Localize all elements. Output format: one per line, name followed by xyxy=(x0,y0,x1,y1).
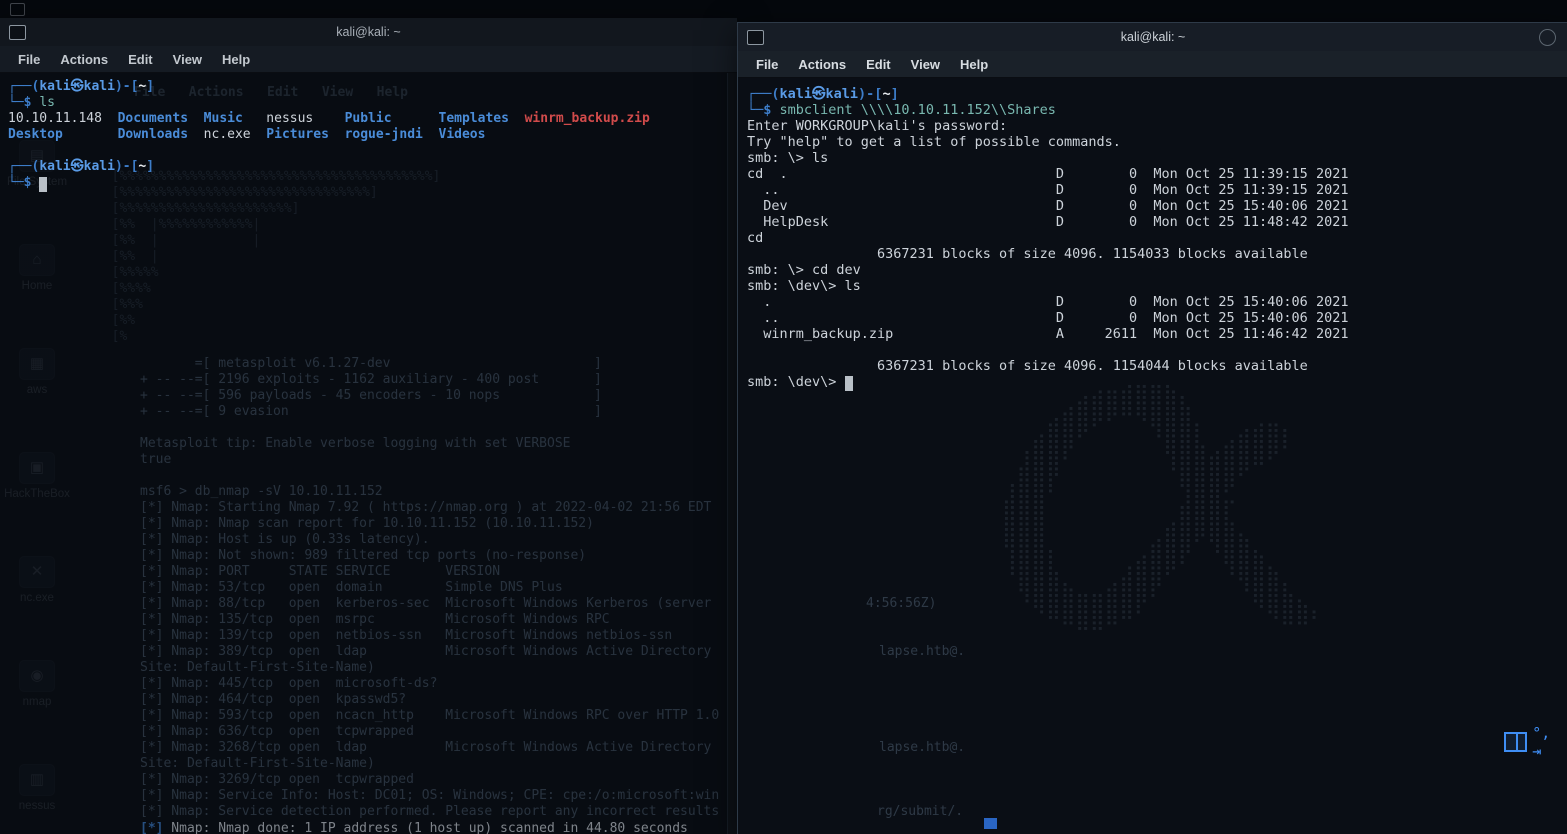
ghost-fragment: 4:56:56Z) xyxy=(866,596,936,612)
right-menubar: FileActionsEditViewHelp xyxy=(738,51,1567,78)
terminal-line xyxy=(8,143,737,159)
terminal-line: . D 0 Mon Oct 25 15:40:06 2021 xyxy=(747,294,1567,310)
terminal-window-icon xyxy=(9,25,26,40)
terminal-line: ┌──(kali㉿kali)-[~] xyxy=(8,79,737,95)
terminal-line: .. D 0 Mon Oct 25 11:39:15 2021 xyxy=(747,182,1567,198)
terminal-line xyxy=(747,342,1567,358)
menu-item-file[interactable]: File xyxy=(8,52,50,67)
right-window-title: kali@kali: ~ xyxy=(738,30,1567,44)
terminal-line: [*] Nmap: Nmap done: 1 IP address (1 hos… xyxy=(140,821,688,834)
background-window-icon xyxy=(10,3,25,16)
terminal-line: Try "help" to get a list of possible com… xyxy=(747,134,1567,150)
left-window-title: kali@kali: ~ xyxy=(0,25,737,39)
ghost-fragment: lapse.htb@. xyxy=(879,740,965,756)
menu-item-edit[interactable]: Edit xyxy=(118,52,163,67)
terminal-line: 6367231 blocks of size 4096. 1154033 blo… xyxy=(747,246,1567,262)
terminal-line: .. D 0 Mon Oct 25 15:40:06 2021 xyxy=(747,310,1567,326)
overlay-glyphs: °, ⇥ xyxy=(1532,724,1567,760)
terminal-line: smb: \> cd dev xyxy=(747,262,1567,278)
ghost-banner-art: [%%%%%%%%%%%%%%%%%%%%%%%%%%%%%%%%%%%%%%%… xyxy=(96,169,440,345)
terminal-line: Enter WORKGROUP\kali's password: xyxy=(747,118,1567,134)
menu-item-file[interactable]: File xyxy=(746,57,788,72)
terminal-line: HelpDesk D 0 Mon Oct 25 11:48:42 2021 xyxy=(747,214,1567,230)
menu-item-help[interactable]: Help xyxy=(212,52,260,67)
ghost-nmap-done-line: [*] Nmap: Nmap done: 1 IP address (1 hos… xyxy=(140,821,688,834)
menu-item-view[interactable]: View xyxy=(163,52,212,67)
background-artifact xyxy=(984,818,997,829)
selection-tool-icon xyxy=(1504,732,1527,752)
terminal-line: cd xyxy=(747,230,1567,246)
terminal-line: 10.10.11.148 Documents Music nessus Publ… xyxy=(8,111,737,127)
terminal-line: Dev D 0 Mon Oct 25 15:40:06 2021 xyxy=(747,198,1567,214)
left-titlebar[interactable]: kali@kali: ~ xyxy=(0,18,737,46)
menu-item-view[interactable]: View xyxy=(901,57,950,72)
menu-item-edit[interactable]: Edit xyxy=(856,57,901,72)
menu-item-actions[interactable]: Actions xyxy=(50,52,118,67)
terminal-line: └─$ ls xyxy=(8,95,737,111)
left-terminal-scrollbar[interactable] xyxy=(727,73,737,834)
terminal-line: smb: \dev\> xyxy=(747,374,1567,390)
terminal-line: └─$ smbclient \\\\10.10.11.152\\Shares xyxy=(747,102,1567,118)
screen-overlay-indicator: °, ⇥ xyxy=(1504,724,1567,760)
right-terminal-window[interactable]: kali@kali: ~ FileActionsEditViewHelp ⠀⠀⠀… xyxy=(737,22,1567,834)
terminal-line: Desktop Downloads nc.exe Pictures rogue-… xyxy=(8,127,737,143)
ghost-fragment: lapse.htb@. xyxy=(879,644,965,660)
terminal-line: ┌──(kali㉿kali)-[~] xyxy=(8,159,737,175)
left-terminal[interactable]: File Actions Edit View Help [%%%%%%%%%%%… xyxy=(0,73,737,834)
terminal-line: smb: \dev\> ls xyxy=(747,278,1567,294)
terminal-line: └─$ xyxy=(8,175,737,191)
right-terminal[interactable]: ⠀⠀⠀⠀⠀⠀⠀⠀⢀⣀⣀⡀ ⠀⠀⠀⠀⢀⣴⣾⣿⣿⣿⣿⣿⣆ ⠀⠀⠀⣴⣿⣿⠟⠋⠉⠙⢿⣿⣿… xyxy=(738,78,1567,834)
ghost-fragment: rg/submit/. xyxy=(877,804,963,820)
terminal-line: cd . D 0 Mon Oct 25 11:39:15 2021 xyxy=(747,166,1567,182)
right-titlebar[interactable]: kali@kali: ~ xyxy=(738,23,1567,51)
right-terminal-output: ┌──(kali㉿kali)-[~]└─$ smbclient \\\\10.1… xyxy=(747,86,1567,390)
ghost-msf-nmap-output: =[ metasploit v6.1.27-dev ] + -- --=[ 21… xyxy=(140,356,719,820)
terminal-line: ┌──(kali㉿kali)-[~] xyxy=(747,86,1567,102)
kali-dragon-watermark: ⠀⠀⠀⠀⠀⠀⠀⠀⢀⣀⣀⡀ ⠀⠀⠀⠀⢀⣴⣾⣿⣿⣿⣿⣿⣆ ⠀⠀⠀⣴⣿⣿⠟⠋⠉⠙⢿⣿⣿… xyxy=(1002,366,1324,630)
desktop: ▤File System⌂Home▦aws▣HackTheBox✕nc.exe◉… xyxy=(0,0,1567,834)
terminal-line: 6367231 blocks of size 4096. 1154044 blo… xyxy=(747,358,1567,374)
left-terminal-window[interactable]: kali@kali: ~ FileActionsEditViewHelp Fil… xyxy=(0,18,737,834)
terminal-line: winrm_backup.zip A 2611 Mon Oct 25 11:46… xyxy=(747,326,1567,342)
left-menubar: FileActionsEditViewHelp xyxy=(0,46,737,73)
terminal-line: smb: \> ls xyxy=(747,150,1567,166)
left-terminal-output: ┌──(kali㉿kali)-[~]└─$ ls10.10.11.148 Doc… xyxy=(8,79,737,191)
window-menu-button[interactable] xyxy=(1539,29,1556,46)
menu-item-actions[interactable]: Actions xyxy=(788,57,856,72)
terminal-window-icon xyxy=(747,30,764,45)
menu-item-help[interactable]: Help xyxy=(950,57,998,72)
